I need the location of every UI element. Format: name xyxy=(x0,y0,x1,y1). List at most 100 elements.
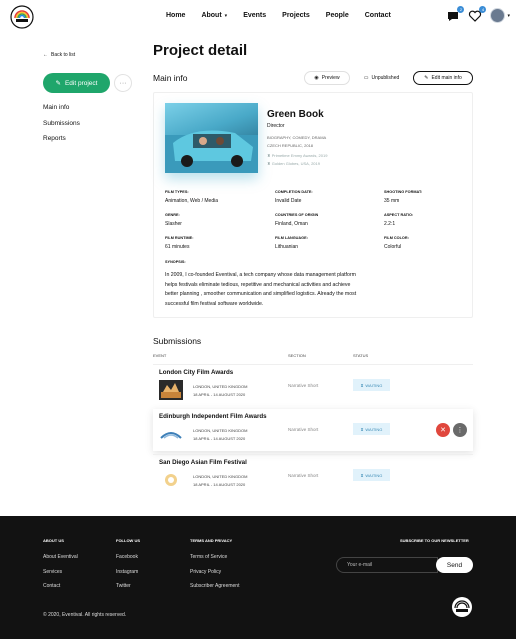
status-badge: ⧗ WAITING xyxy=(353,469,390,481)
completion-date-value: Invalid Date xyxy=(275,198,302,204)
footer-terms-heading: TERMS AND PRIVACY xyxy=(190,538,233,543)
delete-submission-button[interactable]: ✕ xyxy=(436,423,450,437)
film-role: Director xyxy=(267,123,285,129)
main-info-heading: Main info xyxy=(153,73,188,83)
submissions-heading: Submissions xyxy=(153,336,202,346)
newsletter-send-button[interactable]: Send xyxy=(436,557,473,573)
nav-projects[interactable]: Projects xyxy=(282,12,310,19)
preview-button[interactable]: ◉ Preview xyxy=(304,71,350,85)
site-footer: ABOUT US About Eventival Services Contac… xyxy=(0,516,516,639)
language-label: FILM LANGUAGE: xyxy=(275,236,308,240)
film-types-value: Animation, Web / Media xyxy=(165,198,218,204)
countries-value: Finland, Oman xyxy=(275,221,308,227)
award-item: ♜ Golden Globes, USA, 2019 xyxy=(267,161,320,166)
shooting-format-value: 35 mm xyxy=(384,198,400,204)
nav-about-label: About xyxy=(201,12,222,19)
chevron-down-icon[interactable]: ▾ xyxy=(507,13,510,19)
message-icon[interactable]: 2 xyxy=(446,5,465,23)
genre-label: GENRE: xyxy=(165,213,180,217)
chevron-down-icon: ▾ xyxy=(224,12,228,19)
festival-logo xyxy=(159,470,183,490)
page-title: Project detail xyxy=(153,42,248,59)
footer-link-services[interactable]: Services xyxy=(43,569,62,575)
genre-value: Slasher xyxy=(165,221,182,227)
film-color-value: Colorful xyxy=(384,244,402,250)
submission-section: Narrative Short xyxy=(288,427,319,432)
submission-location-dates: LONDON, UNITED KINGDOM 18 APRIL - 14 AUG… xyxy=(193,427,247,443)
submission-location: LONDON, UNITED KINGDOM xyxy=(193,428,248,433)
user-avatar[interactable] xyxy=(490,8,506,23)
eventival-logo[interactable] xyxy=(10,5,34,29)
footer-link-instagram[interactable]: Instagram xyxy=(116,569,138,575)
synopsis-label: SYNOPSIS: xyxy=(165,260,186,264)
submission-event-name[interactable]: San Diego Asian Film Festival xyxy=(159,459,247,466)
runtime-value: 61 minutes xyxy=(165,244,190,250)
film-genre-line: BIOGRAPHY, COMEDY, DRAMA xyxy=(267,135,327,140)
column-header-event: EVENT xyxy=(153,353,167,358)
language-value: Lithuanian xyxy=(275,244,299,250)
submission-dates: 18 APRIL - 14 AUGUST 2020 xyxy=(193,436,246,441)
main-info-card: Green Book Director BIOGRAPHY, COMEDY, D… xyxy=(153,92,473,318)
award-label: Primetime Emmy Awards, 2019 xyxy=(271,153,328,158)
more-options-button[interactable]: ··· xyxy=(114,74,132,92)
footer-follow-heading: FOLLOW US xyxy=(116,538,140,543)
film-genre: BIOGRAPHY, COMEDY, DRAMA CZECH REPUBLIC,… xyxy=(267,134,326,150)
footer-link-contact[interactable]: Contact xyxy=(43,583,60,589)
footer-link-twitter[interactable]: Twitter xyxy=(116,583,131,589)
award-icon: ♜ xyxy=(267,161,271,166)
footer-link-about[interactable]: About Eventival xyxy=(43,554,78,560)
footer-link-terms[interactable]: Terms of Service xyxy=(190,554,227,560)
sidebar-item-submissions[interactable]: Submissions xyxy=(43,120,80,127)
submission-section: Narrative Short xyxy=(288,473,319,478)
festival-logo xyxy=(159,380,183,400)
submission-event-name[interactable]: London City Film Awards xyxy=(159,369,233,376)
nav-events[interactable]: Events xyxy=(243,12,266,19)
newsletter-heading: SUBSCRIBE TO OUR NEWSLETTER xyxy=(400,538,469,543)
aspect-ratio-label: ASPECT RATIO: xyxy=(384,213,414,217)
eventival-footer-logo[interactable] xyxy=(451,596,473,618)
sidebar-item-main-info[interactable]: Main info xyxy=(43,104,69,111)
edit-main-info-button[interactable]: ✎ Edit main info xyxy=(413,71,473,85)
heart-icon[interactable]: 4 xyxy=(468,5,487,23)
column-header-status: STATUS xyxy=(353,353,369,358)
countries-label: COUNTRIES OF ORIGIN xyxy=(275,213,319,217)
completion-date-label: COMPLETION DATE: xyxy=(275,190,313,194)
submission-event-name[interactable]: Edinburgh Independent Film Awards xyxy=(159,413,267,420)
submission-row[interactable]: Edinburgh Independent Film Awards LONDON… xyxy=(153,409,473,451)
nav-contact[interactable]: Contact xyxy=(365,12,391,19)
film-types-label: FILM TYPES: xyxy=(165,190,189,194)
status-badge: ⧗ WAITING xyxy=(353,423,390,435)
submission-section: Narrative Short xyxy=(288,383,319,388)
edit-project-button[interactable]: ✎ Edit project xyxy=(43,73,110,93)
footer-link-subscriber[interactable]: Subscriber Agreement xyxy=(190,583,239,589)
shooting-format-label: SHOOTING FORMAT: xyxy=(384,190,423,194)
copyright-text: © 2020, Eventival. All rights reserved. xyxy=(43,612,127,618)
column-header-section: SECTION xyxy=(288,353,306,358)
eye-icon: ◉ xyxy=(314,75,319,81)
footer-link-facebook[interactable]: Facebook xyxy=(116,554,138,560)
row-more-button[interactable]: ⋮ xyxy=(453,423,467,437)
newsletter-email-input[interactable]: Your e-mail xyxy=(336,557,438,573)
submission-row[interactable]: San Diego Asian Film Festival LONDON, UN… xyxy=(153,454,473,496)
status-label: WAITING xyxy=(365,472,383,478)
submission-row[interactable]: London City Film Awards LONDON, UNITED K… xyxy=(153,364,473,406)
sidebar-item-reports[interactable]: Reports xyxy=(43,135,66,142)
header-actions: 2 4 ▾ xyxy=(446,5,510,23)
submission-dates: 18 APRIL - 14 AUGUST 2020 xyxy=(193,482,246,487)
synopsis-text: In 2009, I co-founded Eventival, a tech … xyxy=(165,272,357,307)
message-badge: 2 xyxy=(457,5,465,13)
award-icon: ♜ xyxy=(267,153,271,158)
nav-people[interactable]: People xyxy=(326,12,349,19)
submission-location-dates: LONDON, UNITED KINGDOM 18 APRIL - 14 AUG… xyxy=(193,383,247,399)
award-label: Golden Globes, USA, 2019 xyxy=(271,161,320,166)
unpublished-label: Unpublished xyxy=(371,75,400,81)
nav-home[interactable]: Home xyxy=(166,12,185,19)
heart-badge: 4 xyxy=(479,5,487,13)
submission-dates: 18 APRIL - 14 AUGUST 2020 xyxy=(193,392,246,397)
footer-link-privacy[interactable]: Privacy Policy xyxy=(190,569,221,575)
submission-location: LONDON, UNITED KINGDOM xyxy=(193,384,248,389)
hourglass-icon: ⧗ xyxy=(360,426,364,432)
nav-about[interactable]: About ▾ xyxy=(201,12,227,19)
unpublished-toggle[interactable]: ▭ Unpublished xyxy=(353,71,410,85)
back-to-list-link[interactable]: ← Back to list xyxy=(43,52,75,58)
